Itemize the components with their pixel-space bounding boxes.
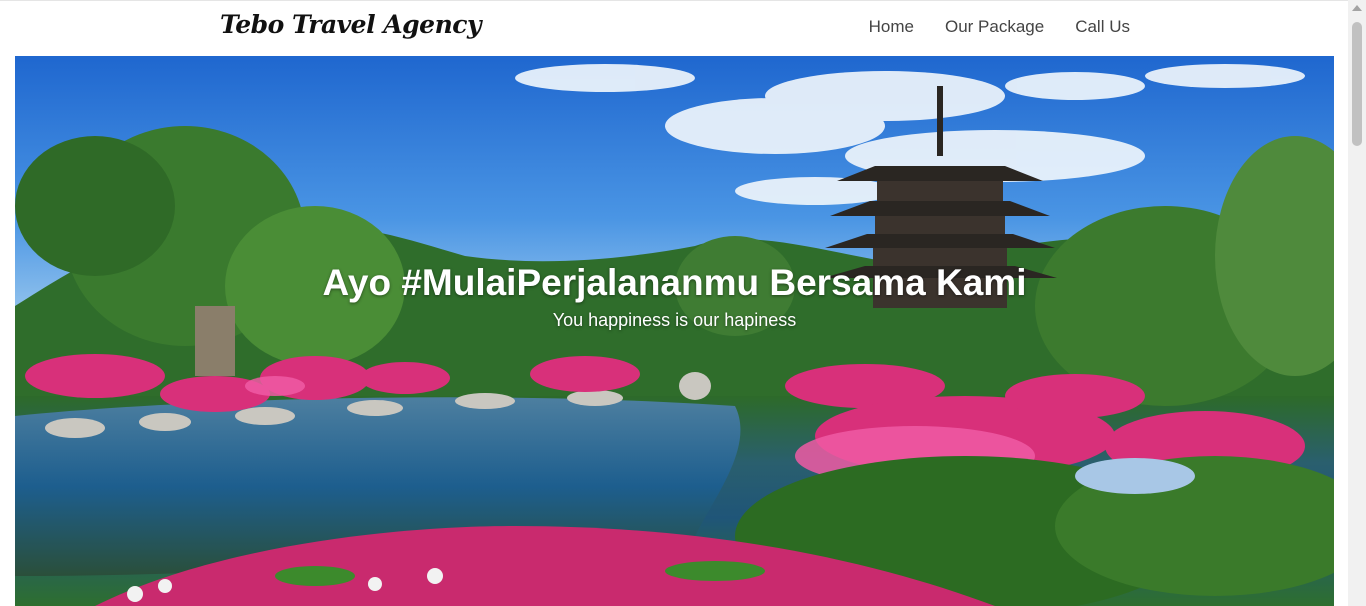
hero-text: Ayo #MulaiPerjalananmu Bersama Kami You … — [15, 260, 1334, 332]
hero-subtitle: You happiness is our hapiness — [552, 310, 797, 330]
scroll-thumb[interactable] — [1352, 22, 1362, 146]
hero-title: Ayo #MulaiPerjalananmu Bersama Kami — [322, 262, 1027, 303]
nav-link-home[interactable]: Home — [869, 17, 914, 37]
page: Tebo Travel Agency Home Our Package Call… — [0, 0, 1366, 606]
brand-logo[interactable]: Tebo Travel Agency — [220, 10, 482, 39]
nav-links: Home Our Package Call Us — [869, 17, 1130, 37]
scroll-up-arrow-icon[interactable] — [1352, 5, 1362, 11]
nav-link-our-package[interactable]: Our Package — [945, 17, 1044, 37]
navbar: Tebo Travel Agency Home Our Package Call… — [0, 0, 1348, 56]
nav-link-call-us[interactable]: Call Us — [1075, 17, 1130, 37]
vertical-scrollbar[interactable] — [1348, 0, 1366, 606]
hero-banner: Ayo #MulaiPerjalananmu Bersama Kami You … — [15, 56, 1334, 606]
